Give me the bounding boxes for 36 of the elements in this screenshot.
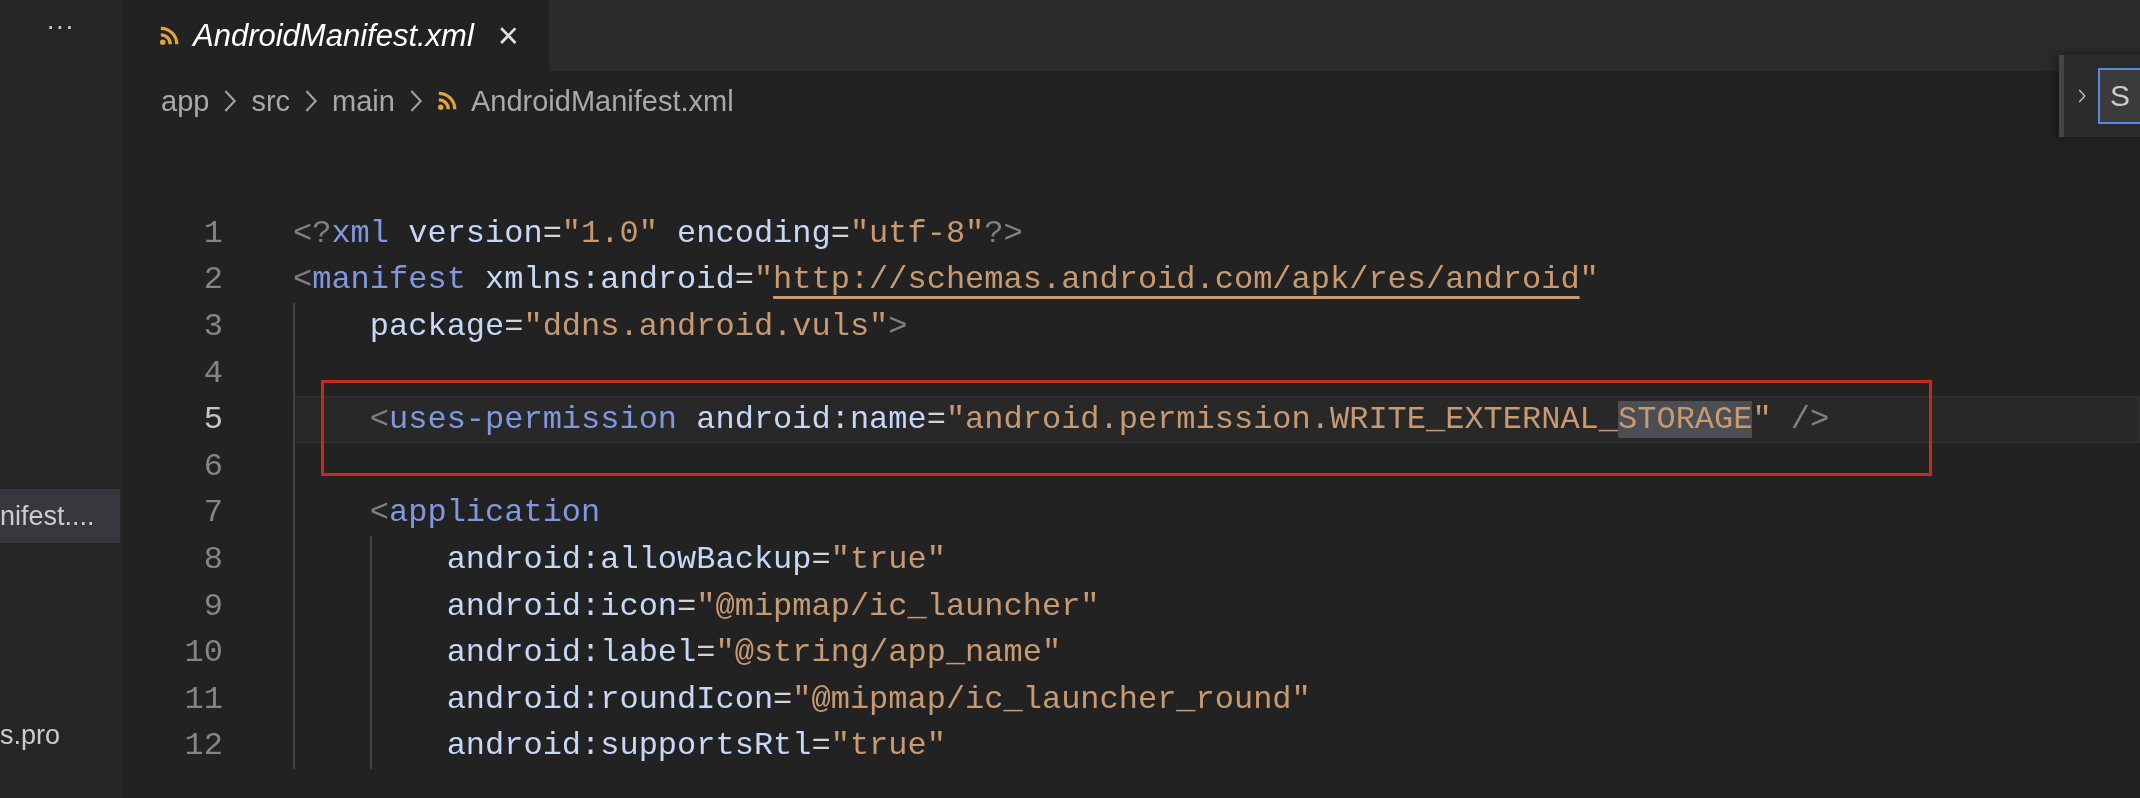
breadcrumb-item[interactable]: main [332, 84, 395, 118]
editor-tab[interactable]: AndroidManifest.xml × [121, 0, 549, 71]
code-line: <application [293, 489, 2140, 537]
line-number: 8 [202, 540, 223, 578]
chevron-icon [304, 89, 319, 113]
chevron-icon [408, 89, 423, 113]
file-item[interactable]: s.pro [0, 708, 120, 762]
line-number: 10 [183, 634, 223, 672]
rss-icon [436, 91, 457, 111]
line-number: 2 [202, 261, 223, 299]
line-number: 9 [202, 587, 223, 625]
breadcrumb-item[interactable]: app [161, 84, 210, 118]
more-icon[interactable]: ··· [46, 6, 74, 46]
code-line: <manifest xmlns:android="http://schemas.android.com/apk/res/android" [293, 260, 1600, 301]
code-line: android:roundIcon="@mipmap/ic_launcher_round" [293, 675, 2140, 723]
find-input[interactable]: S [2098, 68, 2140, 124]
rss-icon [159, 25, 179, 46]
close-icon[interactable]: × [497, 14, 519, 57]
chevron-icon [223, 89, 238, 113]
file-item[interactable]: nifest.... [0, 489, 120, 543]
line-number: 3 [202, 308, 223, 345]
line-number: 1 [202, 214, 223, 252]
code-line: <?xml version="1.0" encoding="utf-8"?> [293, 213, 1024, 254]
code-line: android:label="@string/app_name" [293, 629, 2140, 676]
code-line: package="ddns.android.vuls"> [293, 303, 2140, 350]
line-number: 6 [202, 447, 223, 485]
line-number: 7 [202, 494, 223, 532]
code-line: android:supportsRtl="true" [293, 722, 2140, 770]
breadcrumb-item[interactable]: src [251, 84, 291, 118]
code-line: android:allowBackup="true" [293, 536, 2140, 583]
breadcrumb-item[interactable]: AndroidManifest.xml [470, 84, 734, 118]
line-number: 12 [183, 727, 223, 765]
code-line: android:icon="@mipmap/ic_launcher" [293, 582, 2140, 630]
line-number: 5 [202, 401, 223, 439]
line-number: 4 [202, 354, 223, 392]
line-number: 11 [183, 680, 223, 718]
